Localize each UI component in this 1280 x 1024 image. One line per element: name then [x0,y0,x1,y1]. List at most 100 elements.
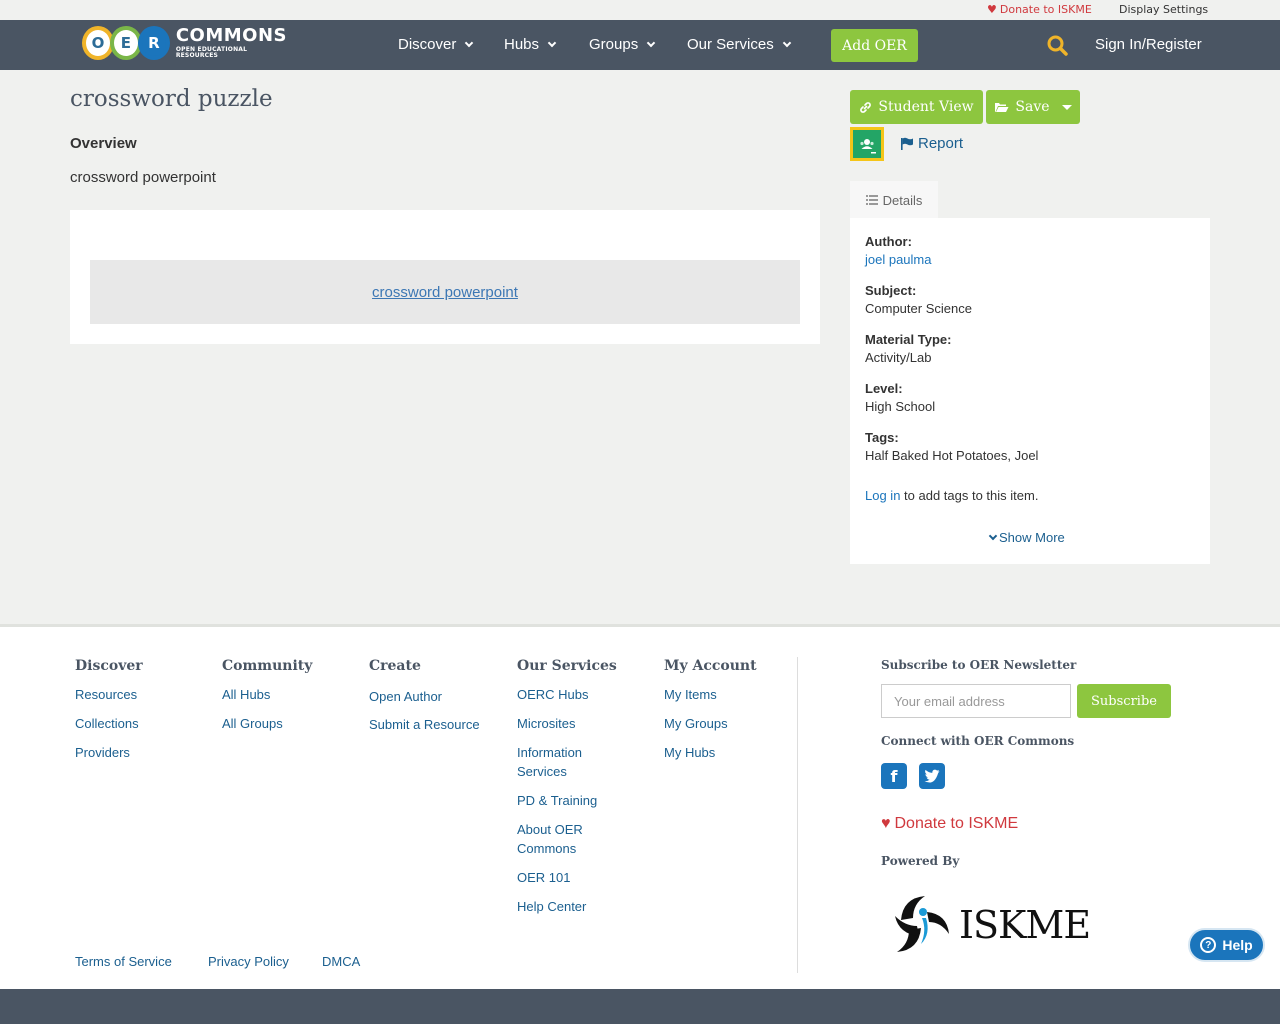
add-oer-button[interactable]: Add OER [831,29,918,62]
footer-link-privacy[interactable]: Privacy Policy [208,952,289,971]
caret-down-icon [1061,104,1072,110]
report-label: Report [918,135,964,152]
twitter-bird-shape [924,769,940,783]
material-type-value: Activity/Lab [865,350,932,365]
nav-groups[interactable]: Groups [589,36,656,53]
chevron-down-icon [988,531,998,540]
utility-bar: ♥ Donate to ISKME Display Settings [0,0,1280,20]
login-to-tag-text: Log in to add tags to this item. [865,488,1038,503]
utility-donate-label: Donate to ISKME [999,3,1092,16]
save-label: Save [1015,99,1050,115]
subject-value: Computer Science [865,301,972,316]
resource-link[interactable]: crossword powerpoint [372,284,518,301]
footer-link-my-hubs[interactable]: My Hubs [664,743,715,762]
google-classroom-icon [856,133,878,155]
chevron-down-icon [465,38,474,47]
save-button[interactable]: Save [986,90,1080,124]
tags-label: Tags: [865,430,899,445]
footer-link-microsites[interactable]: Microsites [517,714,576,733]
footer-link-resources[interactable]: Resources [75,685,137,704]
login-link[interactable]: Log in [865,488,900,503]
footer-link-submit-resource[interactable]: Submit a Resource [369,715,480,734]
nav-discover-label: Discover [398,36,457,53]
nav-hubs[interactable]: Hubs [504,36,557,53]
iskme-logo[interactable]: ISKME [891,889,1091,961]
footer-donate-label: Donate to ISKME [894,815,1019,832]
site-footer: Discover Resources Collections Providers… [0,624,1280,989]
link-icon [860,101,872,113]
nav-our-services-label: Our Services [687,36,774,53]
author-label: Author: [865,234,912,249]
nav-our-services[interactable]: Our Services [687,36,791,53]
footer-link-collections[interactable]: Collections [75,714,139,733]
report-link[interactable]: Report [900,135,963,152]
help-button[interactable]: ? Help [1188,928,1265,962]
heart-icon: ♥ [987,3,997,16]
footer-community-heading: Community [222,658,313,674]
subscribe-button[interactable]: Subscribe [1077,684,1171,718]
show-more-link[interactable]: Show More [988,530,1065,545]
heart-icon: ♥ [881,815,891,832]
footer-link-help-center[interactable]: Help Center [517,897,586,916]
footer-link-dmca[interactable]: DMCA [322,952,360,971]
utility-donate-link[interactable]: ♥ Donate to ISKME [987,3,1092,16]
twitter-icon[interactable] [919,763,945,789]
author-link[interactable]: joel paulma [865,252,932,267]
google-classroom-button[interactable] [850,127,884,161]
footer-link-open-author[interactable]: Open Author [369,687,442,706]
level-label: Level: [865,381,903,396]
newsletter-email-input[interactable]: Your email address [881,684,1071,718]
logo-text: COMMONS OPEN EDUCATIONAL RESOURCES [176,27,287,59]
resource-link-panel: crossword powerpoint [90,260,800,324]
search-icon[interactable] [1047,35,1068,56]
list-icon [865,195,878,205]
bottom-bar [0,989,1280,1024]
sign-in-register-link[interactable]: Sign In/Register [1095,36,1202,53]
connect-heading: Connect with OER Commons [881,734,1075,748]
footer-link-information-services[interactable]: Information Services [517,743,617,781]
nav-discover[interactable]: Discover [398,36,474,53]
footer-discover-heading: Discover [75,658,143,674]
help-label: Help [1222,937,1253,953]
footer-donate-link[interactable]: ♥ Donate to ISKME [881,815,1018,833]
footer-link-oer-101[interactable]: OER 101 [517,868,570,887]
subject-label: Subject: [865,283,917,298]
login-to-tag-rest: to add tags to this item. [900,488,1039,503]
level-value: High School [865,399,936,414]
footer-services-heading: Our Services [517,658,617,674]
chevron-down-icon [646,38,656,47]
oer-commons-logo[interactable]: O E R COMMONS OPEN EDUCATIONAL RESOURCES [82,25,287,61]
footer-link-about-oer-commons[interactable]: About OER Commons [517,820,617,858]
iskme-swirl-icon [895,896,949,952]
chevron-down-icon [547,38,557,47]
footer-link-all-groups[interactable]: All Groups [222,714,283,733]
chevron-down-icon [782,38,791,47]
page-title: crossword puzzle [70,86,273,112]
student-view-button[interactable]: Student View [850,90,983,124]
flag-icon [901,137,913,150]
footer-divider [797,657,798,973]
logo-letter-r: R [137,26,170,60]
overview-heading: Overview [70,135,137,152]
material-type-label: Material Type: [865,332,952,347]
footer-link-all-hubs[interactable]: All Hubs [222,685,270,704]
facebook-icon[interactable]: f [881,763,907,789]
tab-details[interactable]: Details [850,181,938,219]
iskme-logo-text: ISKME [959,903,1091,947]
footer-link-terms[interactable]: Terms of Service [75,952,172,971]
resource-content-box: crossword powerpoint [70,210,820,344]
logo-sub-text: OPEN EDUCATIONAL RESOURCES [175,46,248,59]
logo-main-text: COMMONS [175,25,287,46]
details-panel: Author: joel paulma Subject: Computer Sc… [850,218,1210,564]
student-view-label: Student View [878,99,974,115]
display-settings-link[interactable]: Display Settings [1119,3,1208,16]
footer-create-heading: Create [369,658,421,674]
question-icon: ? [1200,937,1217,953]
show-more-label: Show More [999,530,1065,545]
footer-link-oerc-hubs[interactable]: OERC Hubs [517,685,589,704]
footer-link-my-items[interactable]: My Items [664,685,717,704]
footer-link-providers[interactable]: Providers [75,743,130,762]
footer-link-my-groups[interactable]: My Groups [664,714,728,733]
nav-hubs-label: Hubs [504,36,540,53]
footer-link-pd-training[interactable]: PD & Training [517,791,597,810]
